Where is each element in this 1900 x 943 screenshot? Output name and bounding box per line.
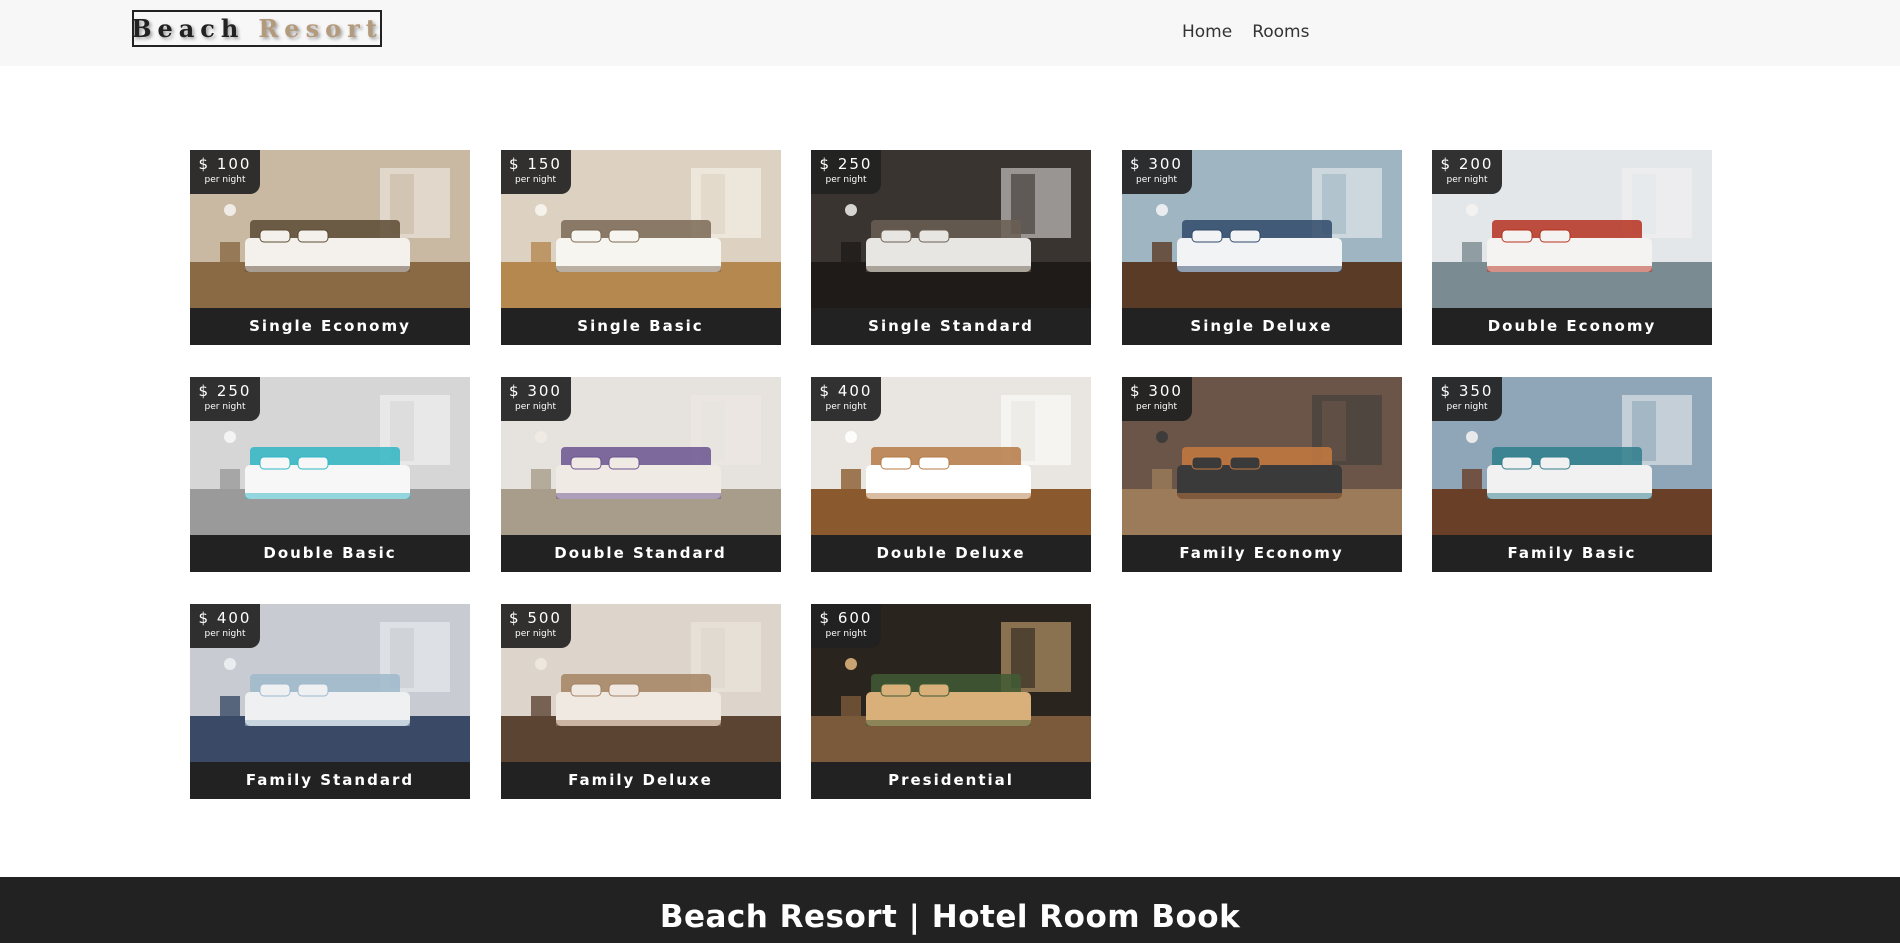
- room-price: $ 300: [1130, 155, 1183, 173]
- price-badge: $ 100 per night: [190, 150, 260, 194]
- price-badge: $ 200 per night: [1432, 150, 1502, 194]
- nav-link-rooms[interactable]: Rooms: [1252, 22, 1309, 42]
- price-unit: per night: [204, 629, 246, 639]
- price-unit: per night: [515, 175, 556, 185]
- room-card[interactable]: $ 250 per night Double Basic: [190, 377, 470, 572]
- room-price: $ 500: [509, 609, 562, 627]
- brand-logo[interactable]: Beach Resort: [131, 10, 383, 47]
- nav-link-home[interactable]: Home: [1182, 22, 1232, 42]
- room-price: $ 250: [198, 382, 252, 400]
- brand-word-beach: Beach: [131, 14, 245, 43]
- price-unit: per night: [825, 402, 867, 412]
- room-name[interactable]: Family Standard: [190, 762, 470, 799]
- price-badge: $ 400 per night: [190, 604, 260, 648]
- price-unit: per night: [515, 629, 556, 639]
- room-card[interactable]: $ 250 per night Single Standard: [811, 150, 1091, 345]
- room-price: $ 300: [509, 382, 562, 400]
- price-unit: per night: [515, 402, 556, 412]
- rooms-grid: $ 100 per night Single Economy $ 150 per…: [190, 150, 1712, 799]
- room-card[interactable]: $ 300 per night Family Economy: [1121, 377, 1402, 572]
- room-price: $ 400: [198, 609, 252, 627]
- room-price: $ 250: [819, 155, 873, 173]
- room-name[interactable]: Family Basic: [1432, 535, 1712, 572]
- price-unit: per night: [1446, 175, 1488, 185]
- room-name[interactable]: Single Deluxe: [1121, 308, 1402, 345]
- room-card[interactable]: $ 600 per night Presidential: [811, 604, 1091, 799]
- price-unit: per night: [1136, 175, 1177, 185]
- price-unit: per night: [1136, 402, 1177, 412]
- price-badge: $ 300 per night: [1121, 377, 1192, 421]
- room-price: $ 300: [1130, 382, 1183, 400]
- room-price: $ 100: [198, 155, 252, 173]
- room-price: $ 200: [1440, 155, 1494, 173]
- room-name[interactable]: Double Deluxe: [811, 535, 1091, 572]
- room-card[interactable]: $ 100 per night Single Economy: [190, 150, 470, 345]
- room-name[interactable]: Single Standard: [811, 308, 1091, 345]
- price-unit: per night: [825, 629, 867, 639]
- room-name[interactable]: Single Basic: [500, 308, 781, 345]
- price-unit: per night: [825, 175, 867, 185]
- price-badge: $ 250 per night: [190, 377, 260, 421]
- price-unit: per night: [1446, 402, 1488, 412]
- room-card[interactable]: $ 150 per night Single Basic: [500, 150, 781, 345]
- room-card[interactable]: $ 350 per night Family Basic: [1432, 377, 1712, 572]
- room-card[interactable]: $ 300 per night Double Standard: [500, 377, 781, 572]
- room-name[interactable]: Family Deluxe: [500, 762, 781, 799]
- brand-word-resort: Resort: [258, 14, 383, 43]
- room-name[interactable]: Single Economy: [190, 308, 470, 345]
- price-badge: $ 300 per night: [500, 377, 571, 421]
- room-card[interactable]: $ 400 per night Double Deluxe: [811, 377, 1091, 572]
- price-badge: $ 350 per night: [1432, 377, 1502, 421]
- room-name[interactable]: Presidential: [811, 762, 1091, 799]
- room-card[interactable]: $ 400 per night Family Standard: [190, 604, 470, 799]
- price-badge: $ 250 per night: [811, 150, 881, 194]
- room-price: $ 150: [509, 155, 562, 173]
- price-badge: $ 150 per night: [500, 150, 571, 194]
- room-card[interactable]: $ 200 per night Double Economy: [1432, 150, 1712, 345]
- room-card[interactable]: $ 500 per night Family Deluxe: [500, 604, 781, 799]
- price-unit: per night: [204, 402, 246, 412]
- room-name[interactable]: Double Standard: [500, 535, 781, 572]
- room-price: $ 400: [819, 382, 873, 400]
- footer: Beach Resort | Hotel Room Book: [0, 877, 1900, 943]
- price-badge: $ 400 per night: [811, 377, 881, 421]
- navbar: Beach Resort Home Rooms: [0, 0, 1900, 66]
- price-badge: $ 300 per night: [1121, 150, 1192, 194]
- footer-title: Beach Resort | Hotel Room Book: [659, 899, 1241, 935]
- price-badge: $ 500 per night: [500, 604, 571, 648]
- room-name[interactable]: Double Economy: [1432, 308, 1712, 345]
- room-price: $ 600: [819, 609, 873, 627]
- room-name[interactable]: Double Basic: [190, 535, 470, 572]
- room-card[interactable]: $ 300 per night Single Deluxe: [1121, 150, 1402, 345]
- price-badge: $ 600 per night: [811, 604, 881, 648]
- room-name[interactable]: Family Economy: [1121, 535, 1402, 572]
- price-unit: per night: [204, 175, 246, 185]
- room-price: $ 350: [1440, 382, 1494, 400]
- nav-links: Home Rooms: [1182, 22, 1309, 42]
